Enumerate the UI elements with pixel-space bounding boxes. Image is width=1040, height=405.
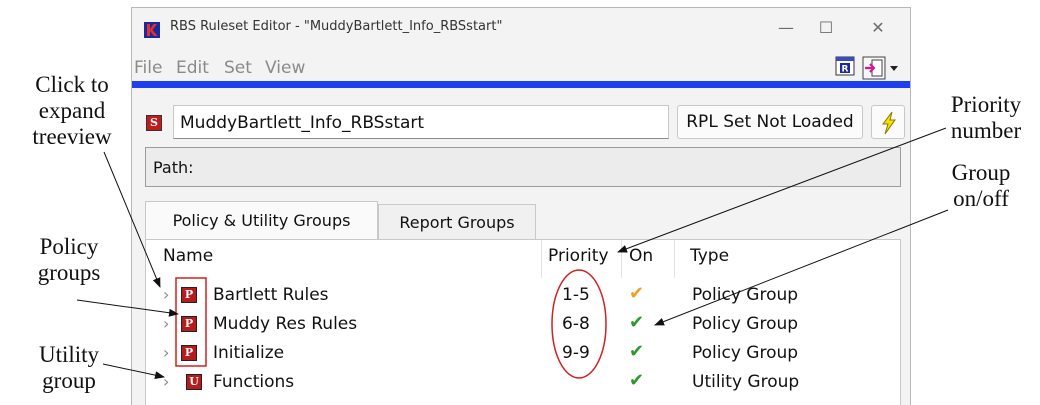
expand-chevron-icon[interactable]: › bbox=[163, 314, 169, 333]
path-field: Path: bbox=[145, 147, 901, 187]
annotation-group-onoff: Group on/off bbox=[938, 160, 1024, 212]
menu-bar: File Edit Set View bbox=[132, 52, 910, 82]
utility-group-icon: U bbox=[186, 374, 202, 390]
expand-chevron-icon[interactable]: › bbox=[163, 285, 169, 304]
group-on-check-icon[interactable]: ✔ bbox=[629, 341, 644, 362]
export-menu-icon[interactable] bbox=[862, 56, 904, 80]
column-header-priority[interactable]: Priority bbox=[548, 246, 609, 266]
menu-view[interactable]: View bbox=[265, 58, 305, 78]
group-name: Functions bbox=[213, 372, 295, 392]
group-priority: 9-9 bbox=[562, 343, 590, 363]
path-label: Path: bbox=[153, 158, 194, 177]
group-priority: 1-5 bbox=[562, 285, 590, 305]
column-header-type[interactable]: Type bbox=[690, 246, 729, 266]
tab-policy-utility-groups[interactable]: Policy & Utility Groups bbox=[145, 201, 378, 239]
annotation-expand-treeview: Click to expand treeview bbox=[32, 72, 112, 150]
annotation-policy-groups: Policy groups bbox=[27, 234, 111, 286]
annotation-line: treeview bbox=[32, 124, 112, 149]
annotation-priority-number: Priority number bbox=[938, 92, 1034, 144]
group-priority: 6-8 bbox=[562, 314, 590, 334]
annotation-line: Policy bbox=[39, 234, 99, 259]
group-name: Initialize bbox=[213, 343, 285, 363]
menu-edit[interactable]: Edit bbox=[176, 58, 209, 78]
expand-chevron-icon[interactable]: › bbox=[163, 343, 169, 362]
tab-report-groups[interactable]: Report Groups bbox=[378, 204, 536, 239]
title-bar: RBS Ruleset Editor - "MuddyBartlett_Info… bbox=[132, 8, 910, 48]
group-on-check-icon[interactable]: ✔ bbox=[629, 312, 644, 333]
column-header-name[interactable]: Name bbox=[163, 246, 213, 266]
lightning-icon bbox=[882, 111, 896, 135]
policy-group-icon: P bbox=[181, 345, 197, 361]
rbs-window-icon[interactable]: R bbox=[835, 56, 855, 76]
annotation-line: number bbox=[950, 118, 1022, 143]
annotation-line: on/off bbox=[953, 186, 1009, 211]
rbs-app-icon bbox=[144, 22, 160, 38]
menu-file[interactable]: File bbox=[134, 58, 162, 78]
group-type: Policy Group bbox=[692, 314, 799, 334]
column-header-on[interactable]: On bbox=[629, 246, 653, 266]
load-rpl-button[interactable] bbox=[871, 105, 905, 139]
annotation-line: Utility bbox=[38, 342, 100, 367]
annotation-line: Priority bbox=[950, 92, 1022, 117]
group-on-check-icon[interactable]: ✔ bbox=[629, 370, 644, 391]
svg-text:R: R bbox=[842, 65, 849, 75]
annotation-utility-group: Utility group bbox=[27, 342, 111, 394]
column-separator bbox=[541, 240, 542, 278]
group-type: Policy Group bbox=[692, 343, 799, 363]
minimize-button[interactable]: — bbox=[768, 14, 804, 42]
policy-group-icon: P bbox=[181, 316, 197, 332]
group-on-check-icon[interactable]: ✔ bbox=[629, 283, 644, 304]
ruleset-icon: S bbox=[146, 115, 162, 131]
column-separator bbox=[621, 240, 622, 278]
policy-group-icon: P bbox=[181, 287, 197, 303]
close-button[interactable]: ✕ bbox=[860, 14, 896, 42]
group-name: Muddy Res Rules bbox=[213, 314, 358, 334]
column-separator bbox=[674, 240, 675, 278]
annotation-line: expand bbox=[38, 98, 106, 123]
rpl-set-status-button[interactable]: RPL Set Not Loaded bbox=[677, 105, 863, 139]
group-type: Utility Group bbox=[692, 372, 800, 392]
menu-set[interactable]: Set bbox=[224, 58, 252, 78]
annotation-line: group bbox=[42, 368, 96, 393]
annotation-line: Group bbox=[951, 160, 1011, 185]
window-title: RBS Ruleset Editor - "MuddyBartlett_Info… bbox=[170, 19, 503, 34]
group-type: Policy Group bbox=[692, 285, 799, 305]
group-name: Bartlett Rules bbox=[213, 285, 329, 305]
ruleset-name-field[interactable]: MuddyBartlett_Info_RBSstart bbox=[173, 105, 669, 139]
accent-bar bbox=[132, 81, 910, 88]
maximize-button[interactable]: ☐ bbox=[808, 14, 844, 42]
expand-chevron-icon[interactable]: › bbox=[163, 372, 169, 391]
annotation-line: groups bbox=[37, 260, 101, 285]
annotation-line: Click to bbox=[35, 72, 109, 97]
